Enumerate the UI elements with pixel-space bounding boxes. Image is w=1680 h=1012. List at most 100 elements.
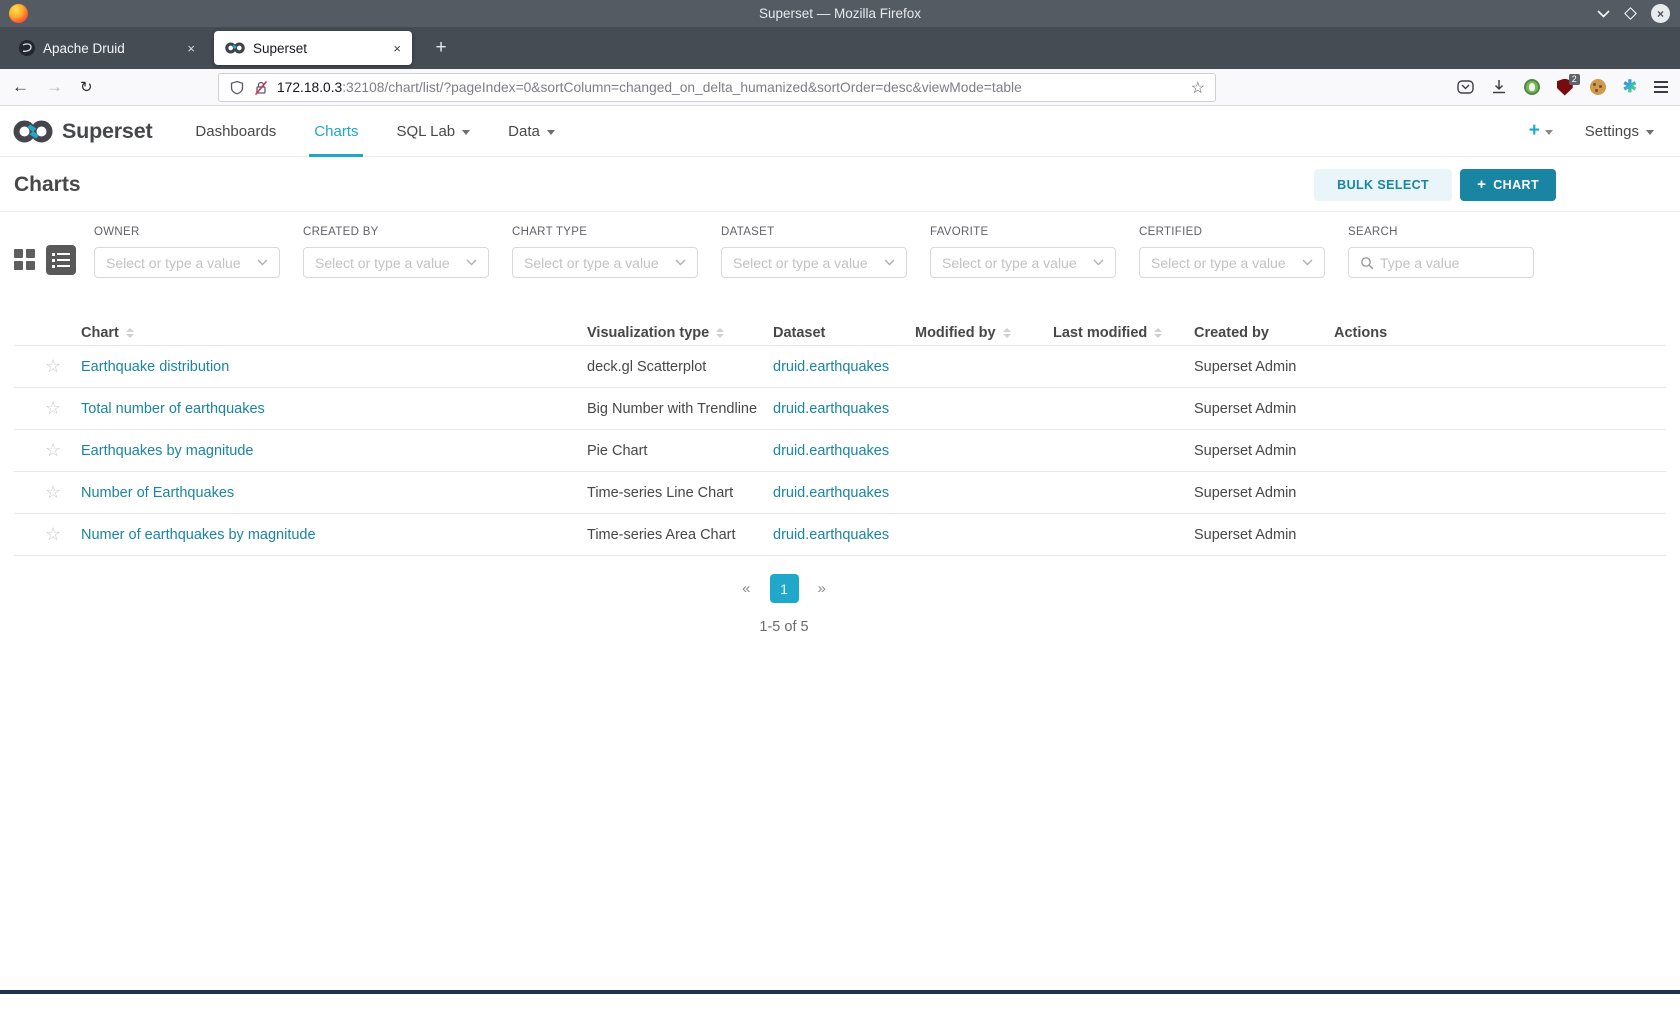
column-header-actions: Actions — [1334, 325, 1666, 341]
nav-label: SQL Lab — [396, 123, 455, 140]
tab-title: Superset — [253, 41, 385, 56]
filter-search: SEARCH Type a value — [1348, 226, 1534, 278]
nav-label: Data — [508, 123, 540, 140]
dataset-link[interactable]: druid.earthquakes — [773, 401, 889, 417]
list-view-icon[interactable] — [46, 245, 76, 275]
chart-link[interactable]: Number of Earthquakes — [81, 485, 234, 501]
favorite-star-icon[interactable]: ☆ — [45, 525, 61, 544]
lock-disabled-icon[interactable] — [253, 80, 269, 96]
favorite-star-icon[interactable]: ☆ — [45, 483, 61, 502]
viz-type-cell: deck.gl Scatterplot — [587, 359, 773, 375]
privacy-badger-icon[interactable] — [1524, 79, 1540, 95]
filter-certified: CERTIFIED Select or type a value — [1139, 226, 1325, 278]
dataset-link[interactable]: druid.earthquakes — [773, 359, 889, 375]
table-row: ☆ Earthquakes by magnitude Pie Chart dru… — [14, 430, 1666, 472]
header-divider — [0, 211, 1680, 212]
search-input[interactable]: Type a value — [1348, 247, 1534, 278]
column-header-chart[interactable]: Chart — [81, 325, 587, 341]
maximize-icon[interactable] — [1624, 7, 1637, 20]
tab-apache-druid[interactable]: Apache Druid × — [8, 31, 206, 65]
dataset-link[interactable]: druid.earthquakes — [773, 443, 889, 459]
back-button[interactable]: ← — [12, 77, 29, 97]
chevron-down-icon — [1302, 259, 1313, 266]
ublock-icon[interactable]: 2 — [1557, 79, 1573, 96]
dataset-link[interactable]: druid.earthquakes — [773, 485, 889, 501]
nav-item-data[interactable]: Data — [489, 106, 574, 157]
favorite-star-icon[interactable]: ☆ — [45, 441, 61, 460]
firefox-logo-icon — [9, 4, 28, 23]
nav-item-sql-lab[interactable]: SQL Lab — [377, 106, 489, 157]
card-view-icon[interactable] — [14, 249, 36, 271]
menu-hamburger-icon[interactable] — [1654, 81, 1668, 93]
table-header-row: Chart Visualization type Dataset Modifie… — [14, 320, 1666, 346]
created-by-select[interactable]: Select or type a value — [303, 247, 489, 278]
certified-select[interactable]: Select or type a value — [1139, 247, 1325, 278]
minimize-icon[interactable] — [1597, 10, 1610, 18]
column-header-viz-type[interactable]: Visualization type — [587, 325, 773, 341]
forward-button[interactable]: → — [46, 77, 63, 97]
favorite-star-icon[interactable]: ☆ — [45, 399, 61, 418]
tab-close-icon[interactable]: × — [393, 41, 401, 56]
downloads-icon[interactable] — [1491, 79, 1507, 95]
dataset-select[interactable]: Select or type a value — [721, 247, 907, 278]
column-label: Chart — [81, 325, 119, 341]
column-label: Actions — [1334, 325, 1387, 341]
viz-type-cell: Time-series Area Chart — [587, 527, 773, 543]
chart-type-select[interactable]: Select or type a value — [512, 247, 698, 278]
chart-link[interactable]: Numer of earthquakes by magnitude — [81, 527, 316, 543]
filter-created-by: CREATED BY Select or type a value — [303, 226, 489, 278]
nav-item-charts[interactable]: Charts — [295, 106, 377, 157]
favorite-select[interactable]: Select or type a value — [930, 247, 1116, 278]
tab-close-icon[interactable]: × — [187, 41, 195, 56]
created-by-cell: Superset Admin — [1194, 527, 1334, 543]
column-header-dataset: Dataset — [773, 325, 915, 341]
pagination: « 1 » — [14, 574, 1554, 603]
column-header-last-modified[interactable]: Last modified — [1053, 325, 1194, 341]
filter-chart-type: CHART TYPE Select or type a value — [512, 226, 698, 278]
new-item-button[interactable]: + — [1529, 120, 1553, 142]
url-bar[interactable]: 172.18.0.3:32108/chart/list/?pageIndex=0… — [218, 73, 1216, 102]
column-header-modified-by[interactable]: Modified by — [915, 325, 1053, 341]
bulk-select-button[interactable]: BULK SELECT — [1314, 169, 1452, 201]
pocket-icon[interactable] — [1457, 79, 1474, 95]
owner-select[interactable]: Select or type a value — [94, 247, 280, 278]
sparkle-extension-icon[interactable]: ✱ — [1623, 77, 1637, 97]
column-label: Created by — [1194, 325, 1269, 341]
filter-label: SEARCH — [1348, 226, 1534, 238]
chart-link[interactable]: Earthquake distribution — [81, 359, 229, 375]
favorite-star-icon[interactable]: ☆ — [45, 357, 61, 376]
new-tab-button[interactable]: + — [428, 35, 454, 61]
filter-label: DATASET — [721, 226, 907, 238]
bottom-edge-bar — [0, 990, 1680, 994]
search-icon — [1360, 256, 1374, 270]
reload-button[interactable]: ↻ — [80, 78, 93, 96]
window-close-icon[interactable]: × — [1651, 4, 1670, 23]
superset-brand[interactable]: Superset — [12, 118, 152, 145]
chevron-down-icon — [257, 259, 268, 266]
filter-label: FAVORITE — [930, 226, 1116, 238]
filter-label: CREATED BY — [303, 226, 489, 238]
browser-toolbar: ← → ↻ 172.18.0.3:32108/chart/list/?pageI… — [0, 69, 1680, 106]
add-chart-button[interactable]: +CHART — [1460, 169, 1556, 201]
superset-favicon — [225, 41, 245, 55]
cookie-extension-icon[interactable] — [1590, 79, 1606, 95]
sort-icon — [1154, 328, 1162, 338]
nav-label: Dashboards — [195, 123, 276, 140]
bookmark-star-icon[interactable]: ☆ — [1191, 78, 1205, 98]
pagination-page-1[interactable]: 1 — [770, 574, 799, 603]
pagination-next[interactable]: » — [818, 580, 826, 597]
settings-menu[interactable]: Settings — [1585, 123, 1654, 140]
chart-link[interactable]: Total number of earthquakes — [81, 401, 265, 417]
chevron-down-icon — [675, 259, 686, 266]
sort-icon — [126, 328, 134, 338]
chevron-down-icon — [1093, 259, 1104, 266]
pagination-prev[interactable]: « — [742, 580, 750, 597]
filter-favorite: FAVORITE Select or type a value — [930, 226, 1116, 278]
viz-type-cell: Pie Chart — [587, 443, 773, 459]
dataset-link[interactable]: druid.earthquakes — [773, 527, 889, 543]
tab-superset[interactable]: Superset × — [214, 31, 412, 65]
shield-icon[interactable] — [229, 80, 245, 96]
chart-link[interactable]: Earthquakes by magnitude — [81, 443, 254, 459]
nav-item-dashboards[interactable]: Dashboards — [176, 106, 295, 157]
column-label: Dataset — [773, 325, 825, 341]
